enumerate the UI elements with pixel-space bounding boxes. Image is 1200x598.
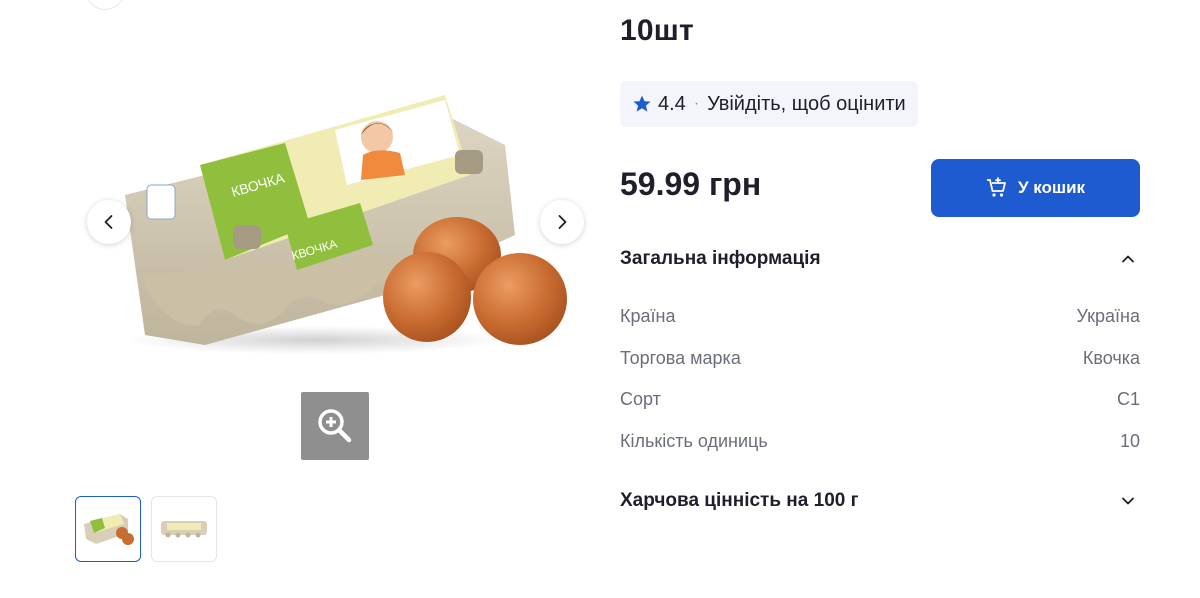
cart-add-icon xyxy=(986,177,1006,197)
spec-row-grade: Сорт С1 xyxy=(620,379,1140,421)
rating-bar: 4.4 · Увійдіть, щоб оцінити xyxy=(620,81,918,127)
product-gallery: КВОЧКА КВОЧКА xyxy=(0,0,600,598)
zoom-button[interactable] xyxy=(301,392,369,460)
general-info-list: Країна Україна Торгова марка Квочка Сорт… xyxy=(620,296,1140,462)
spec-row-quantity: Кількість одиниць 10 xyxy=(620,421,1140,463)
thumbnail-1[interactable] xyxy=(75,496,141,562)
thumbnail-strip xyxy=(75,496,217,562)
spec-value: С1 xyxy=(1116,389,1140,410)
product-image: КВОЧКА КВОЧКА xyxy=(125,95,567,354)
rating-value: 4.4 xyxy=(658,92,686,115)
general-info-title: Загальна інформація xyxy=(620,248,821,269)
spec-key: Країна xyxy=(620,306,676,327)
product-title: 10шт xyxy=(620,14,694,47)
nutrition-title: Харчова цінність на 100 г xyxy=(620,490,859,511)
rating-separator: · xyxy=(693,95,700,112)
nutrition-header[interactable]: Харчова цінність на 100 г xyxy=(620,490,1140,512)
rating-login-link[interactable]: Увійдіть, щоб оцінити xyxy=(707,93,906,116)
spec-row-brand: Торгова марка Квочка xyxy=(620,338,1140,380)
spec-value: 10 xyxy=(1119,431,1140,452)
gallery-prev-button[interactable] xyxy=(87,200,131,244)
spec-value: Квочка xyxy=(1082,347,1140,368)
chevron-right-icon xyxy=(558,215,567,229)
spec-key: Кількість одиниць xyxy=(620,431,768,452)
product-price: 59.99 грн xyxy=(620,166,762,202)
thumbnail-image xyxy=(161,521,207,538)
add-to-cart-button[interactable]: У кошик xyxy=(931,159,1140,217)
zoom-in-icon xyxy=(318,409,352,443)
thumbnail-image xyxy=(84,514,134,545)
spec-key: Сорт xyxy=(620,389,661,410)
add-to-cart-label: У кошик xyxy=(1017,178,1086,197)
chevron-up-icon xyxy=(1122,255,1134,263)
gallery-next-button[interactable] xyxy=(540,200,584,244)
general-info-header[interactable]: Загальна інформація xyxy=(620,248,1140,270)
star-icon xyxy=(633,95,651,112)
chevron-left-icon xyxy=(104,215,113,229)
thumbnail-2[interactable] xyxy=(151,496,217,562)
chevron-down-icon xyxy=(1122,497,1134,505)
spec-row-country: Країна Україна xyxy=(620,296,1140,338)
spec-value: Україна xyxy=(1076,306,1140,327)
spec-key: Торгова марка xyxy=(620,347,741,368)
